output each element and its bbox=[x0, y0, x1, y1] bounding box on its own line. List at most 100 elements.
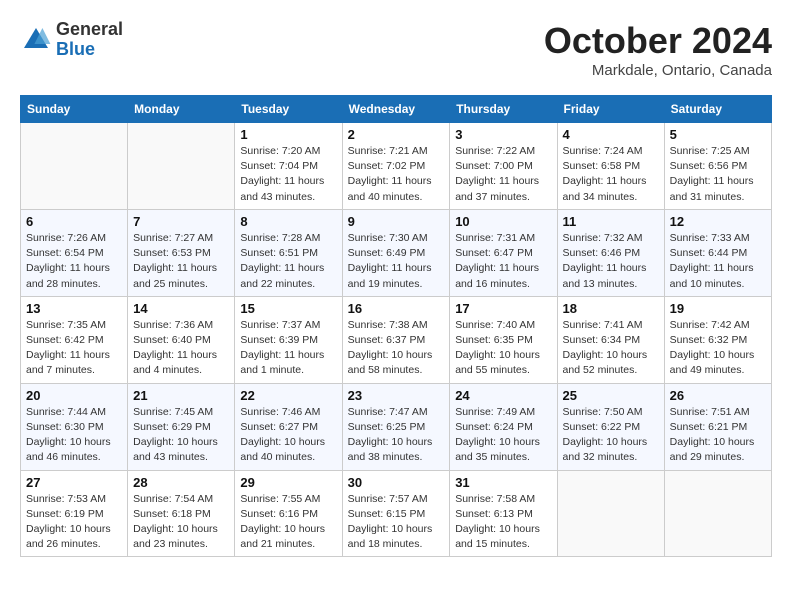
calendar-cell: 22 Sunrise: 7:46 AM Sunset: 6:27 PM Dayli… bbox=[235, 383, 342, 470]
day-info: Sunrise: 7:54 AM Sunset: 6:18 PM Dayligh… bbox=[133, 492, 229, 553]
calendar-cell: 8 Sunrise: 7:28 AM Sunset: 6:51 PM Daylig… bbox=[235, 209, 342, 296]
day-number: 1 bbox=[240, 127, 336, 142]
day-info: Sunrise: 7:47 AM Sunset: 6:25 PM Dayligh… bbox=[348, 405, 445, 466]
day-number: 13 bbox=[26, 301, 122, 316]
day-number: 17 bbox=[455, 301, 551, 316]
day-number: 12 bbox=[670, 214, 766, 229]
calendar-cell: 10 Sunrise: 7:31 AM Sunset: 6:47 PM Dayli… bbox=[450, 209, 557, 296]
day-number: 16 bbox=[348, 301, 445, 316]
day-info: Sunrise: 7:24 AM Sunset: 6:58 PM Dayligh… bbox=[563, 144, 659, 205]
weekday-header-row: SundayMondayTuesdayWednesdayThursdayFrid… bbox=[21, 96, 772, 123]
calendar-cell: 23 Sunrise: 7:47 AM Sunset: 6:25 PM Dayli… bbox=[342, 383, 450, 470]
day-info: Sunrise: 7:51 AM Sunset: 6:21 PM Dayligh… bbox=[670, 405, 766, 466]
day-info: Sunrise: 7:50 AM Sunset: 6:22 PM Dayligh… bbox=[563, 405, 659, 466]
day-number: 24 bbox=[455, 388, 551, 403]
weekday-header-friday: Friday bbox=[557, 96, 664, 123]
day-info: Sunrise: 7:33 AM Sunset: 6:44 PM Dayligh… bbox=[670, 231, 766, 292]
day-number: 5 bbox=[670, 127, 766, 142]
day-info: Sunrise: 7:46 AM Sunset: 6:27 PM Dayligh… bbox=[240, 405, 336, 466]
calendar-table: SundayMondayTuesdayWednesdayThursdayFrid… bbox=[20, 95, 772, 557]
day-info: Sunrise: 7:35 AM Sunset: 6:42 PM Dayligh… bbox=[26, 318, 122, 379]
page-header: General Blue October 2024 Markdale, Onta… bbox=[20, 20, 772, 79]
day-number: 8 bbox=[240, 214, 336, 229]
day-info: Sunrise: 7:22 AM Sunset: 7:00 PM Dayligh… bbox=[455, 144, 551, 205]
day-number: 26 bbox=[670, 388, 766, 403]
weekday-header-monday: Monday bbox=[128, 96, 235, 123]
day-info: Sunrise: 7:55 AM Sunset: 6:16 PM Dayligh… bbox=[240, 492, 336, 553]
day-info: Sunrise: 7:42 AM Sunset: 6:32 PM Dayligh… bbox=[670, 318, 766, 379]
day-info: Sunrise: 7:28 AM Sunset: 6:51 PM Dayligh… bbox=[240, 231, 336, 292]
calendar-cell: 26 Sunrise: 7:51 AM Sunset: 6:21 PM Dayli… bbox=[664, 383, 771, 470]
day-number: 4 bbox=[563, 127, 659, 142]
calendar-cell: 28 Sunrise: 7:54 AM Sunset: 6:18 PM Dayli… bbox=[128, 470, 235, 557]
day-number: 30 bbox=[348, 475, 445, 490]
calendar-cell: 2 Sunrise: 7:21 AM Sunset: 7:02 PM Daylig… bbox=[342, 123, 450, 210]
calendar-cell: 13 Sunrise: 7:35 AM Sunset: 6:42 PM Dayli… bbox=[21, 296, 128, 383]
calendar-cell: 18 Sunrise: 7:41 AM Sunset: 6:34 PM Dayli… bbox=[557, 296, 664, 383]
day-info: Sunrise: 7:31 AM Sunset: 6:47 PM Dayligh… bbox=[455, 231, 551, 292]
logo-icon bbox=[20, 24, 52, 56]
day-number: 9 bbox=[348, 214, 445, 229]
location-text: Markdale, Ontario, Canada bbox=[544, 62, 772, 79]
calendar-cell: 11 Sunrise: 7:32 AM Sunset: 6:46 PM Dayli… bbox=[557, 209, 664, 296]
calendar-week-5: 27 Sunrise: 7:53 AM Sunset: 6:19 PM Dayli… bbox=[21, 470, 772, 557]
day-info: Sunrise: 7:38 AM Sunset: 6:37 PM Dayligh… bbox=[348, 318, 445, 379]
day-info: Sunrise: 7:27 AM Sunset: 6:53 PM Dayligh… bbox=[133, 231, 229, 292]
day-info: Sunrise: 7:21 AM Sunset: 7:02 PM Dayligh… bbox=[348, 144, 445, 205]
calendar-week-2: 6 Sunrise: 7:26 AM Sunset: 6:54 PM Daylig… bbox=[21, 209, 772, 296]
calendar-week-3: 13 Sunrise: 7:35 AM Sunset: 6:42 PM Dayli… bbox=[21, 296, 772, 383]
day-number: 3 bbox=[455, 127, 551, 142]
day-number: 28 bbox=[133, 475, 229, 490]
day-info: Sunrise: 7:32 AM Sunset: 6:46 PM Dayligh… bbox=[563, 231, 659, 292]
day-number: 31 bbox=[455, 475, 551, 490]
day-info: Sunrise: 7:26 AM Sunset: 6:54 PM Dayligh… bbox=[26, 231, 122, 292]
calendar-cell bbox=[664, 470, 771, 557]
calendar-cell: 6 Sunrise: 7:26 AM Sunset: 6:54 PM Daylig… bbox=[21, 209, 128, 296]
weekday-header-tuesday: Tuesday bbox=[235, 96, 342, 123]
logo: General Blue bbox=[20, 20, 123, 60]
day-number: 7 bbox=[133, 214, 229, 229]
day-number: 2 bbox=[348, 127, 445, 142]
calendar-cell: 29 Sunrise: 7:55 AM Sunset: 6:16 PM Dayli… bbox=[235, 470, 342, 557]
day-info: Sunrise: 7:30 AM Sunset: 6:49 PM Dayligh… bbox=[348, 231, 445, 292]
day-number: 6 bbox=[26, 214, 122, 229]
calendar-cell: 16 Sunrise: 7:38 AM Sunset: 6:37 PM Dayli… bbox=[342, 296, 450, 383]
day-number: 22 bbox=[240, 388, 336, 403]
calendar-cell bbox=[128, 123, 235, 210]
day-number: 19 bbox=[670, 301, 766, 316]
weekday-header-wednesday: Wednesday bbox=[342, 96, 450, 123]
calendar-cell: 3 Sunrise: 7:22 AM Sunset: 7:00 PM Daylig… bbox=[450, 123, 557, 210]
day-info: Sunrise: 7:58 AM Sunset: 6:13 PM Dayligh… bbox=[455, 492, 551, 553]
day-number: 14 bbox=[133, 301, 229, 316]
calendar-cell: 7 Sunrise: 7:27 AM Sunset: 6:53 PM Daylig… bbox=[128, 209, 235, 296]
logo-general-text: General bbox=[56, 20, 123, 40]
calendar-cell bbox=[21, 123, 128, 210]
weekday-header-sunday: Sunday bbox=[21, 96, 128, 123]
month-title: October 2024 bbox=[544, 20, 772, 62]
day-number: 18 bbox=[563, 301, 659, 316]
weekday-header-thursday: Thursday bbox=[450, 96, 557, 123]
day-number: 23 bbox=[348, 388, 445, 403]
day-info: Sunrise: 7:49 AM Sunset: 6:24 PM Dayligh… bbox=[455, 405, 551, 466]
calendar-cell: 1Sunrise: 7:20 AM Sunset: 7:04 PM Daylig… bbox=[235, 123, 342, 210]
calendar-cell: 9 Sunrise: 7:30 AM Sunset: 6:49 PM Daylig… bbox=[342, 209, 450, 296]
calendar-cell: 31 Sunrise: 7:58 AM Sunset: 6:13 PM Dayli… bbox=[450, 470, 557, 557]
calendar-cell: 24 Sunrise: 7:49 AM Sunset: 6:24 PM Dayli… bbox=[450, 383, 557, 470]
calendar-cell: 15 Sunrise: 7:37 AM Sunset: 6:39 PM Dayli… bbox=[235, 296, 342, 383]
day-info: Sunrise: 7:25 AM Sunset: 6:56 PM Dayligh… bbox=[670, 144, 766, 205]
logo-blue-text: Blue bbox=[56, 40, 123, 60]
weekday-header-saturday: Saturday bbox=[664, 96, 771, 123]
day-info: Sunrise: 7:53 AM Sunset: 6:19 PM Dayligh… bbox=[26, 492, 122, 553]
calendar-cell bbox=[557, 470, 664, 557]
calendar-cell: 25Sunrise: 7:50 AM Sunset: 6:22 PM Dayli… bbox=[557, 383, 664, 470]
day-number: 21 bbox=[133, 388, 229, 403]
day-info: Sunrise: 7:37 AM Sunset: 6:39 PM Dayligh… bbox=[240, 318, 336, 379]
day-number: 10 bbox=[455, 214, 551, 229]
day-info: Sunrise: 7:57 AM Sunset: 6:15 PM Dayligh… bbox=[348, 492, 445, 553]
day-number: 27 bbox=[26, 475, 122, 490]
day-info: Sunrise: 7:44 AM Sunset: 6:30 PM Dayligh… bbox=[26, 405, 122, 466]
day-info: Sunrise: 7:41 AM Sunset: 6:34 PM Dayligh… bbox=[563, 318, 659, 379]
day-number: 11 bbox=[563, 214, 659, 229]
day-number: 15 bbox=[240, 301, 336, 316]
day-number: 29 bbox=[240, 475, 336, 490]
